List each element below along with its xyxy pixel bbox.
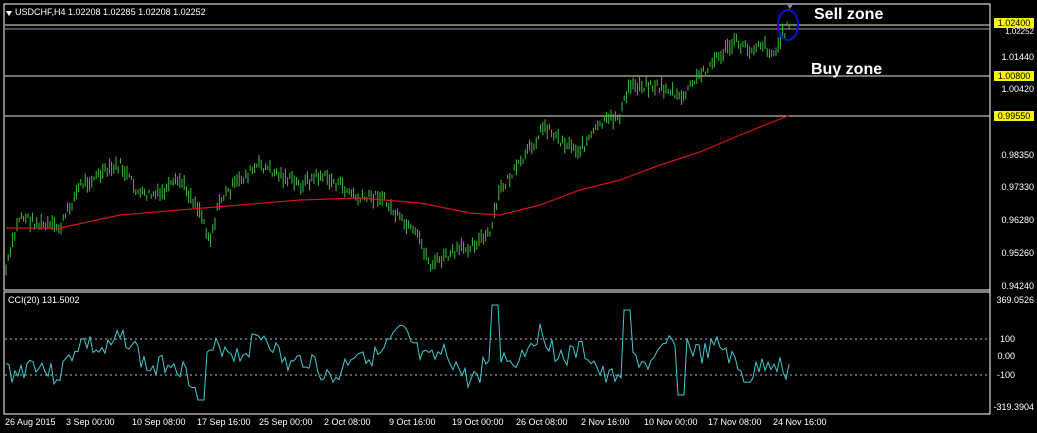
price-tick: 0.95260 [1001, 248, 1034, 258]
price-tick: 0.96280 [1001, 215, 1034, 225]
cci-tick: 0.00 [997, 351, 1015, 361]
time-tick: 24 Nov 16:00 [773, 417, 827, 427]
time-tick: 25 Sep 00:00 [259, 417, 313, 427]
price-bars [5, 21, 790, 276]
cci-tick: 369.0526 [996, 295, 1034, 305]
cci-info: CCI(20) 131.5002 [8, 295, 80, 305]
time-tick: 10 Nov 00:00 [644, 417, 698, 427]
cci-panel-border [3, 291, 991, 415]
buy-zone-label: Buy zone [811, 61, 883, 78]
cci-tick: -319.3904 [993, 402, 1034, 412]
time-tick: 10 Sep 08:00 [132, 417, 186, 427]
sell-zone-label: Sell zone [814, 6, 884, 23]
time-tick: 19 Oct 00:00 [452, 417, 504, 427]
time-tick: 2 Oct 08:00 [324, 417, 371, 427]
symbol-info: USDCHF,H4 1.02208 1.02285 1.02208 1.0225… [15, 7, 206, 17]
time-tick: 17 Sep 16:00 [197, 417, 251, 427]
time-tick: 26 Oct 08:00 [516, 417, 568, 427]
level-tag-3: 0.99550 [994, 111, 1034, 121]
time-tick: 2 Nov 16:00 [581, 417, 630, 427]
time-tick: 3 Sep 00:00 [66, 417, 115, 427]
time-tick: 26 Aug 2015 [5, 417, 56, 427]
time-tick: 17 Nov 08:00 [708, 417, 762, 427]
level-tag-2: 1.00800 [994, 71, 1034, 81]
current-price-tick: 1.02252 [1005, 27, 1034, 36]
price-panel-border [3, 3, 991, 291]
time-tick: 9 Oct 16:00 [389, 417, 436, 427]
price-tick: 1.00420 [1001, 84, 1034, 94]
triangle-down-icon[interactable] [6, 11, 12, 16]
pointer-triangle-icon [786, 3, 794, 9]
cci-tick: 100 [999, 334, 1015, 344]
price-tick: 0.98350 [1001, 150, 1034, 160]
price-tick: 1.01440 [1001, 52, 1034, 62]
price-tick: 0.97330 [1001, 182, 1034, 192]
cci-tick: -100 [996, 370, 1015, 380]
cci-line [5, 304, 790, 401]
price-tick: 0.94240 [1001, 281, 1034, 291]
